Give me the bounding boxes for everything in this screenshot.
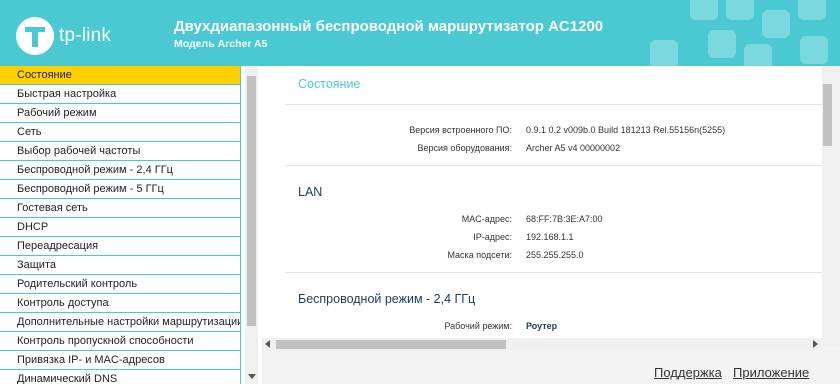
sidebar-item[interactable]: Быстрая настройка bbox=[0, 85, 241, 104]
sidebar-scrollbar[interactable] bbox=[245, 66, 258, 384]
app-link[interactable]: Приложение bbox=[733, 365, 809, 380]
sidebar-item[interactable]: Дополнительные настройки маршрутизации bbox=[0, 313, 241, 332]
sidebar-item[interactable]: Привязка IP- и MAC-адресов bbox=[0, 351, 241, 370]
divider bbox=[286, 272, 822, 273]
scroll-right-arrow-icon[interactable] bbox=[813, 340, 818, 348]
sidebar-item[interactable]: Гостевая сеть bbox=[0, 199, 241, 218]
work-mode-value: Роутер bbox=[526, 321, 558, 331]
sidebar-scroll-thumb[interactable] bbox=[247, 76, 256, 326]
title-block: Двухдиапазонный беспроводной маршрутизат… bbox=[174, 18, 603, 50]
lan-ip-value: 192.168.1.1 bbox=[526, 232, 574, 242]
lan-mask-value: 255.255.255.0 bbox=[526, 250, 584, 260]
lan-mask-label: Маска подсети: bbox=[447, 250, 512, 260]
sidebar-item[interactable]: Сеть bbox=[0, 123, 241, 142]
sidebar-item[interactable]: Состояние bbox=[0, 66, 241, 85]
hardware-label: Версия оборудования: bbox=[417, 143, 513, 153]
section-title-status: Состояние bbox=[298, 77, 361, 91]
sidebar-item[interactable]: Динамический DNS bbox=[0, 370, 241, 384]
hardware-row: Версия оборудования: Archer A5 v4 000000… bbox=[262, 143, 822, 155]
sidebar-item[interactable]: Контроль доступа bbox=[0, 294, 241, 313]
lan-mac-value: 68:FF:7B:3E:A7:00 bbox=[526, 214, 603, 224]
work-mode-label: Рабочий режим: bbox=[444, 321, 512, 331]
sidebar-item[interactable]: Беспроводной режим - 2,4 ГГц bbox=[0, 161, 241, 180]
sidebar-item[interactable]: Рабочий режим bbox=[0, 104, 241, 123]
tp-link-logo: tp-link bbox=[16, 17, 111, 55]
main-panel: Состояние Версия встроенного ПО: 0.9.1 0… bbox=[262, 66, 840, 384]
firmware-label: Версия встроенного ПО: bbox=[409, 125, 512, 135]
support-link[interactable]: Поддержка bbox=[654, 365, 722, 380]
sidebar-item[interactable]: Контроль пропускной способности bbox=[0, 332, 241, 351]
section-title-lan: LAN bbox=[298, 185, 323, 199]
header: tp-link Двухдиапазонный беспроводной мар… bbox=[0, 0, 840, 66]
sidebar-menu: Состояние Быстрая настройка Рабочий режим С… bbox=[0, 66, 241, 384]
firmware-row: Версия встроенного ПО: 0.9.1 0.2 v009b.0… bbox=[262, 125, 822, 137]
lan-ip-row: IP-адрес: 192.168.1.1 bbox=[262, 232, 822, 244]
page-title: Двухдиапазонный беспроводной маршрутизат… bbox=[174, 18, 604, 35]
work-mode-row: Рабочий режим: Роутер bbox=[262, 321, 822, 333]
section-title-wireless-24: Беспроводной режим - 2,4 ГГц bbox=[298, 292, 476, 306]
divider bbox=[286, 104, 822, 105]
sidebar: Состояние Быстрая настройка Рабочий режим С… bbox=[0, 66, 258, 384]
sidebar-item[interactable]: Защита bbox=[0, 256, 241, 275]
vertical-scroll-thumb[interactable] bbox=[823, 84, 832, 146]
tp-link-logo-icon bbox=[16, 17, 54, 55]
sidebar-item[interactable]: Выбор рабочей частоты bbox=[0, 142, 241, 161]
sidebar-item[interactable]: Беспроводной режим - 5 ГГц bbox=[0, 180, 241, 199]
sidebar-item[interactable]: Переадресация bbox=[0, 237, 241, 256]
lan-mac-label: MAC-адрес: bbox=[461, 214, 512, 224]
lan-mac-row: MAC-адрес: 68:FF:7B:3E:A7:00 bbox=[262, 214, 822, 226]
sidebar-item[interactable]: DHCP bbox=[0, 218, 241, 237]
model-subtitle: Модель Archer A5 bbox=[174, 38, 268, 50]
status-content: Состояние Версия встроенного ПО: 0.9.1 0… bbox=[262, 66, 822, 338]
hardware-value: Archer A5 v4 00000002 bbox=[526, 143, 621, 153]
divider bbox=[286, 165, 822, 166]
logo-text: tp-link bbox=[59, 25, 112, 46]
scroll-down-arrow-icon[interactable] bbox=[248, 374, 256, 379]
content-vertical-scrollbar[interactable] bbox=[822, 66, 840, 346]
sidebar-item[interactable]: Родительский контроль bbox=[0, 275, 241, 294]
horizontal-scroll-thumb[interactable] bbox=[276, 340, 506, 349]
lan-ip-label: IP-адрес: bbox=[473, 232, 512, 242]
scroll-left-arrow-icon[interactable] bbox=[265, 340, 270, 348]
firmware-value: 0.9.1 0.2 v009b.0 Build 181213 Rel.55156… bbox=[526, 125, 726, 135]
lan-mask-row: Маска подсети: 255.255.255.0 bbox=[262, 250, 822, 262]
content-horizontal-scrollbar[interactable] bbox=[262, 338, 822, 351]
